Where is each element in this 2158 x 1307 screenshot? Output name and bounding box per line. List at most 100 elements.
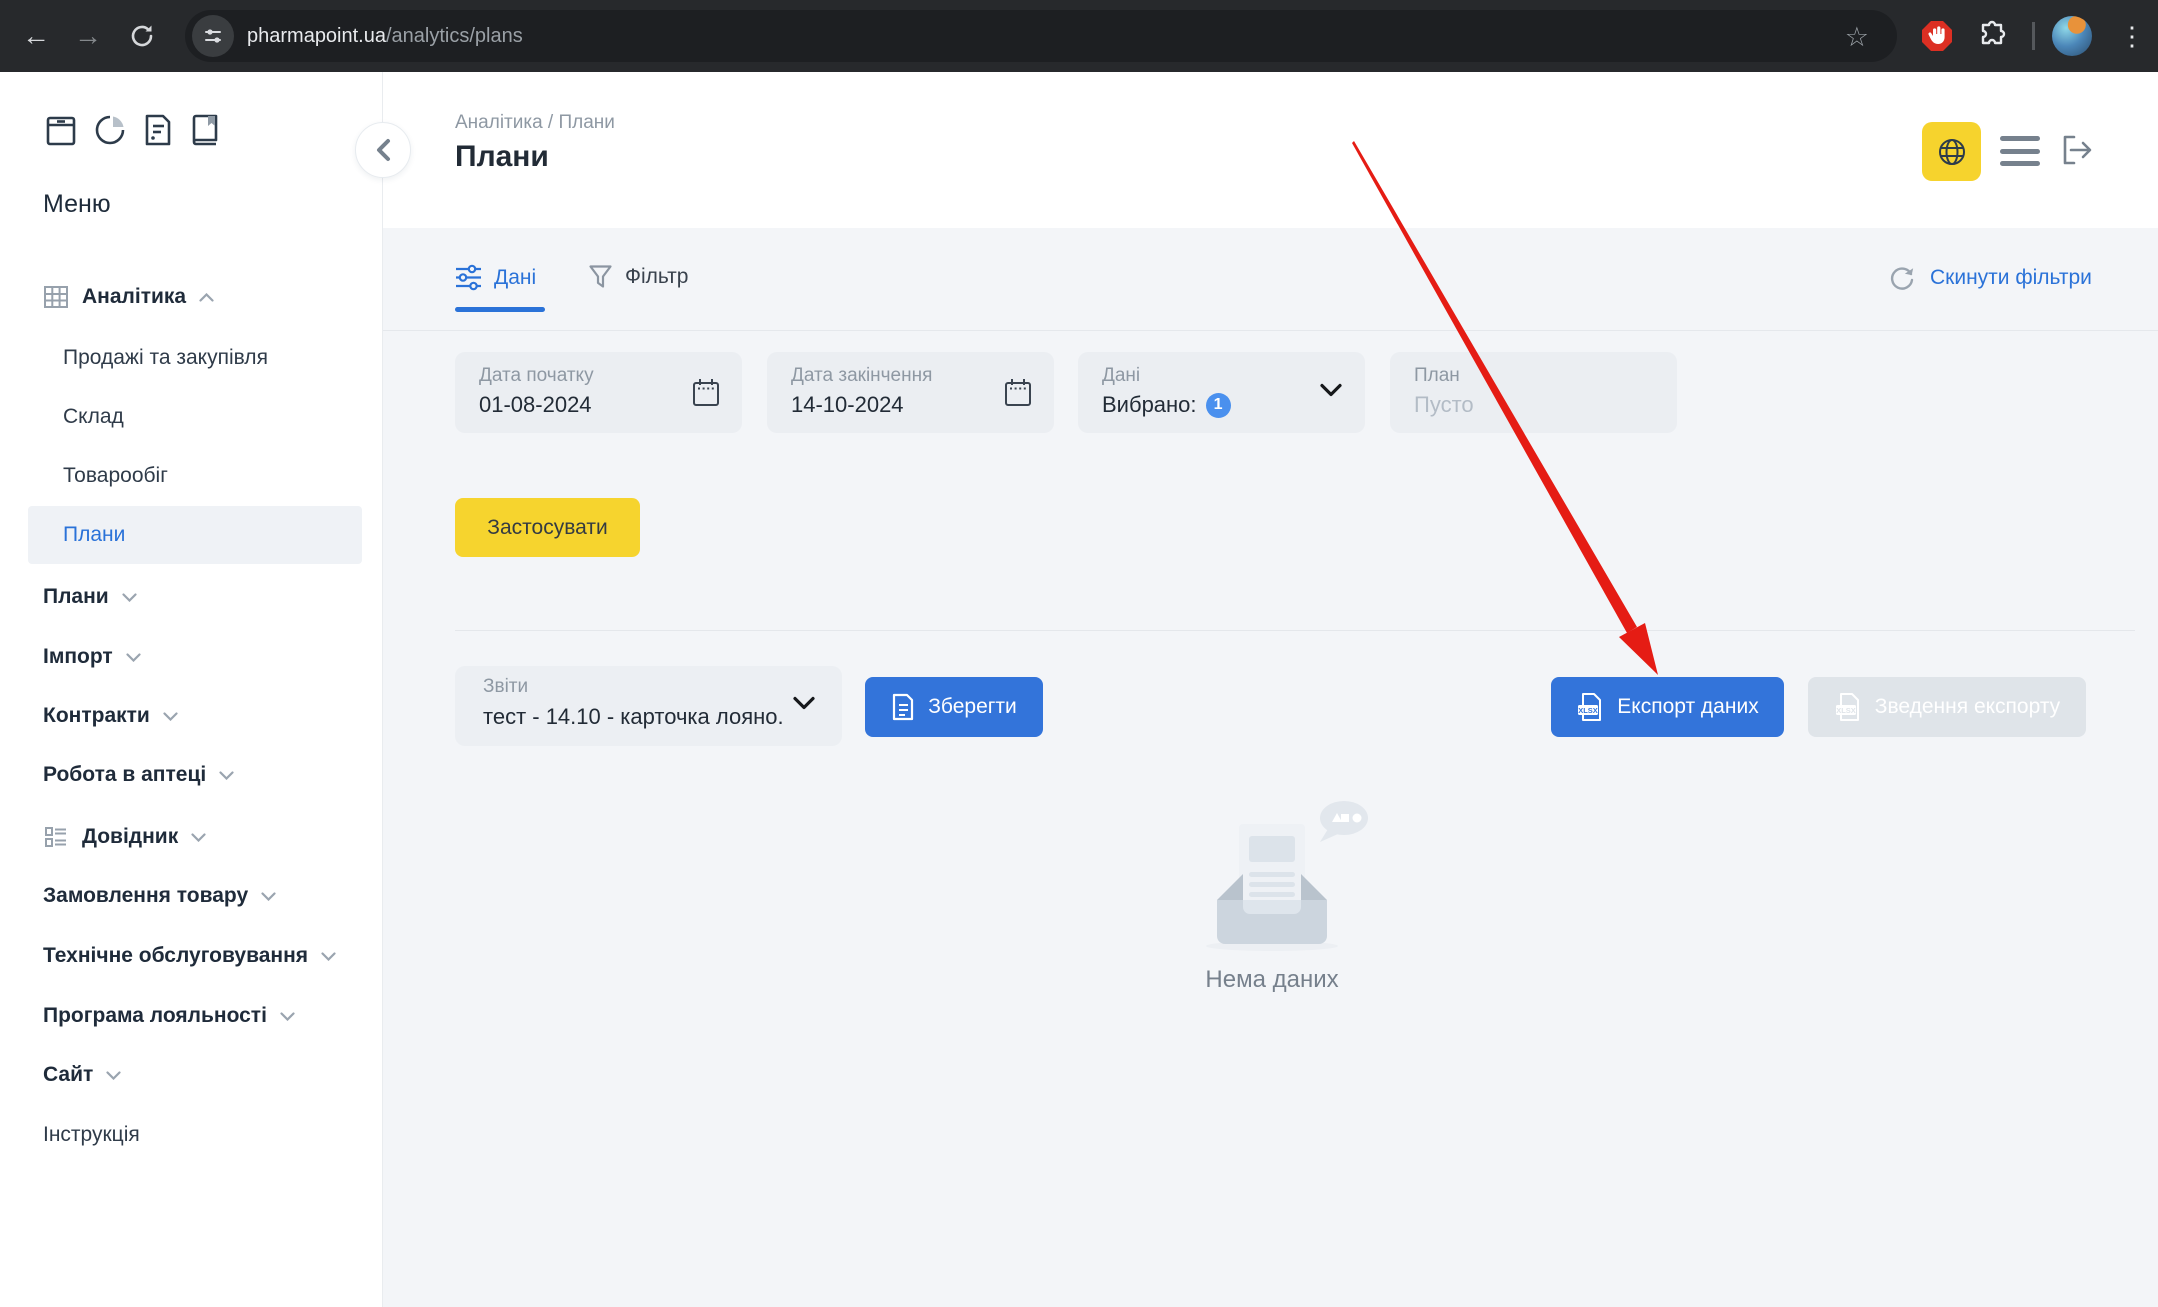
sidebar-item-label: Контракти [43,704,150,728]
sidebar-item-sales-purchases[interactable]: Продажі та закупівля [63,341,268,375]
report-file-icon[interactable] [143,112,173,148]
field-value: Вибрано: 1 [1102,392,1231,418]
chevron-down-icon [1319,383,1343,398]
start-date-field[interactable]: Дата початку 01-08-2024 [455,352,742,433]
calendar-icon[interactable] [1002,377,1034,409]
field-label: Дата початку [479,365,594,387]
logout-button[interactable] [2057,130,2097,175]
xlsx-file-icon: XLSX [1834,692,1862,722]
field-label: Дата закінчення [791,365,932,387]
sidebar-item-analytics[interactable]: Аналітика [43,280,214,314]
section-divider [455,630,2135,631]
browser-menu-icon[interactable]: ⋮ [2112,14,2152,58]
menu-toggle-icon[interactable] [2000,136,2040,166]
sidebar-item-pharmacy-work[interactable]: Робота в аптеці [43,758,234,792]
end-date-field[interactable]: Дата закінчення 14-10-2024 [767,352,1054,433]
field-value: 14-10-2024 [791,392,904,418]
bookmark-star-icon[interactable]: ☆ [1845,22,1869,53]
site-settings-icon[interactable] [192,15,234,57]
document-icon [891,693,915,721]
field-placeholder: Пусто [1414,392,1474,418]
list-icon [43,824,69,850]
apply-button[interactable]: Застосувати [455,498,640,557]
main-content: Аналітика / Плани Плани Дані Фільтр [383,72,2158,1307]
selected-count-badge: 1 [1206,393,1231,418]
export-data-button[interactable]: XLSX Експорт даних [1551,677,1784,737]
sidebar-item-label: Плани [63,523,125,547]
sidebar-item-label: Імпорт [43,645,113,669]
sidebar-item-plans-group[interactable]: Плани [43,580,137,614]
svg-text:XLSX: XLSX [1578,706,1598,715]
tabbar-divider [383,330,2158,331]
export-summary-label: Зведення експорту [1875,695,2060,719]
chevron-down-icon [163,712,178,721]
sidebar-item-directory[interactable]: Довідник [43,820,206,854]
sidebar-item-maintenance[interactable]: Технічне обслуговування [43,939,336,973]
sidebar-item-label: Робота в аптеці [43,763,206,787]
sidebar-item-instruction[interactable]: Інструкція [43,1118,140,1152]
sidebar-item-label: Довідник [82,825,178,849]
sidebar-item-plans-active[interactable]: Плани [63,518,125,552]
export-summary-button[interactable]: XLSX Зведення експорту [1808,677,2086,737]
tune-icon [202,25,224,47]
logout-icon [2057,130,2097,170]
tab-label: Фільтр [625,265,688,289]
export-button-label: Експорт даних [1617,695,1758,719]
sidebar-item-warehouse[interactable]: Склад [63,400,124,434]
reset-filters-link[interactable]: Скинути фільтри [1888,264,2092,292]
reset-filters-label: Скинути фільтри [1930,266,2092,290]
sidebar-item-contracts[interactable]: Контракти [43,699,178,733]
empty-inbox-icon [1172,796,1372,966]
sidebar-item-label: Сайт [43,1063,93,1087]
sidebar-menu-heading: Меню [43,190,111,219]
data-select-field[interactable]: Дані Вибрано: 1 [1078,352,1365,433]
sidebar-item-label: Інструкція [43,1123,140,1147]
adblock-extension-icon[interactable] [1920,19,1954,53]
sidebar-item-site[interactable]: Сайт [43,1058,121,1092]
apply-button-label: Застосувати [487,516,607,540]
sidebar-item-import[interactable]: Імпорт [43,640,141,674]
chevron-down-icon [106,1071,121,1080]
app-window: Меню Аналітика Продажі та закупівля Скла… [0,72,2158,1307]
dropdown-value: тест - 14.10 - карточка лояно... [483,704,783,730]
tab-data[interactable]: Дані [455,264,536,291]
field-label: Дані [1102,365,1140,387]
svg-text:XLSX: XLSX [1836,706,1856,715]
reports-dropdown[interactable]: Звіти тест - 14.10 - карточка лояно... [455,666,842,746]
sidebar-item-loyalty-program[interactable]: Програма лояльності [43,999,295,1033]
tab-label: Дані [494,266,536,290]
language-button[interactable] [1922,122,1981,181]
calendar-icon[interactable] [690,377,722,409]
extensions-icon[interactable] [1976,20,2008,52]
book-icon[interactable] [189,112,221,148]
chevron-down-icon [792,696,816,711]
forward-icon[interactable]: → [66,0,110,72]
url-path: /analytics/plans [386,25,523,48]
pie-chart-icon[interactable] [93,112,127,148]
reload-glyph [128,22,156,50]
globe-icon [1937,137,1967,167]
sidebar-item-label: Програма лояльності [43,1004,267,1028]
adblock-glyph [1920,19,1954,53]
archive-box-icon[interactable] [45,112,77,148]
sidebar-item-label: Замовлення товару [43,884,248,908]
chevron-down-icon [122,593,137,602]
chevron-down-icon [191,833,206,842]
selected-count-text: Вибрано: [1102,392,1197,418]
sidebar-item-label: Склад [63,405,124,429]
sidebar-collapse-button[interactable] [355,122,411,178]
sidebar-item-turnover[interactable]: Товарообіг [63,459,168,493]
sidebar-item-label: Продажі та закупівля [63,346,268,370]
save-button-label: Зберегти [928,695,1017,719]
page-title: Плани [455,140,549,174]
back-icon[interactable]: ← [14,0,58,72]
save-button[interactable]: Зберегти [865,677,1043,737]
reload-icon[interactable] [120,0,164,72]
chevron-left-icon [375,138,391,162]
plan-select-field[interactable]: План Пусто [1390,352,1677,433]
sidebar-item-goods-order[interactable]: Замовлення товару [43,879,276,913]
empty-state-message: Нема даних [1172,966,1372,994]
url-bar[interactable]: pharmapoint.ua/analytics/plans ☆ [185,10,1897,62]
profile-avatar[interactable] [2052,16,2092,56]
tab-filter[interactable]: Фільтр [588,264,688,290]
